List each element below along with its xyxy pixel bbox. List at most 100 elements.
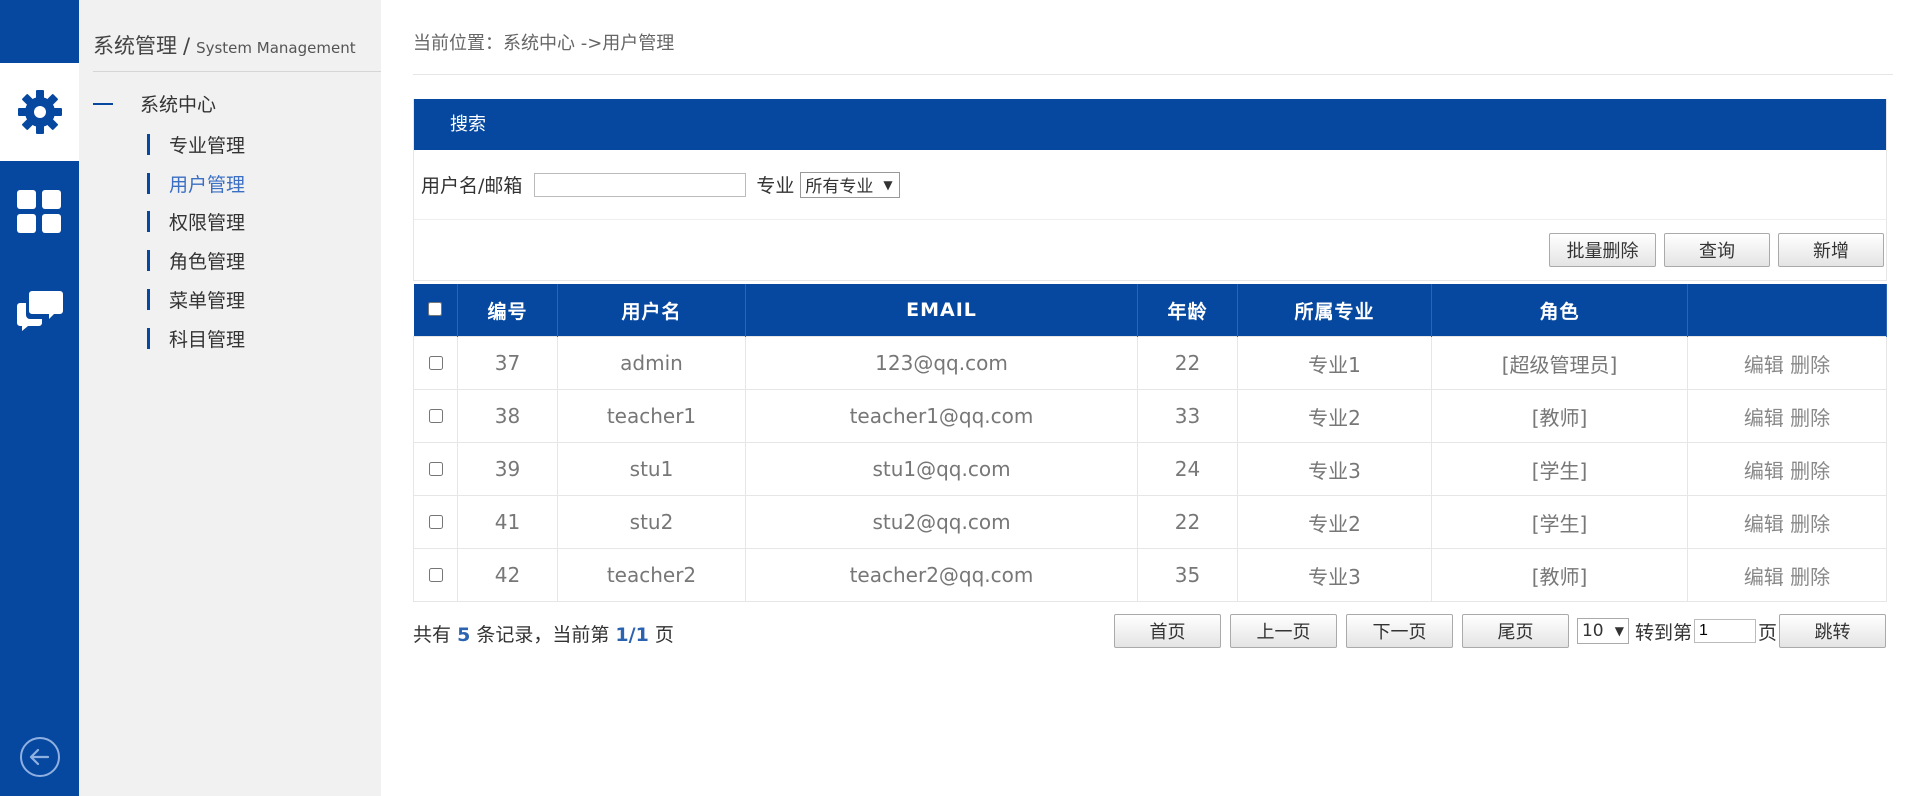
batch-delete-button[interactable]: 批量删除 bbox=[1549, 233, 1656, 267]
edit-link[interactable]: 编辑 bbox=[1744, 512, 1784, 536]
query-button[interactable]: 查询 bbox=[1664, 233, 1770, 267]
total-records: 5 bbox=[457, 624, 471, 646]
prev-page-button[interactable]: 上一页 bbox=[1229, 614, 1337, 648]
sidebar-item-major[interactable]: 专业管理 bbox=[147, 125, 245, 164]
bullet-bar-icon bbox=[147, 172, 150, 194]
edit-link[interactable]: 编辑 bbox=[1744, 565, 1784, 589]
cell-role: [教师] bbox=[1431, 389, 1688, 443]
edit-link[interactable]: 编辑 bbox=[1744, 406, 1784, 430]
cell-age: 22 bbox=[1137, 336, 1238, 390]
dropdown-arrow-icon: ▼ bbox=[883, 177, 893, 192]
cell-role: [教师] bbox=[1431, 548, 1688, 602]
row-checkbox-cell bbox=[413, 389, 458, 443]
cell-actions: 编辑 删除 bbox=[1687, 495, 1887, 549]
current-page: 1/1 bbox=[615, 624, 649, 646]
header-age: 年龄 bbox=[1137, 284, 1238, 337]
cell-username: teacher2 bbox=[557, 548, 746, 602]
cell-role: [学生] bbox=[1431, 442, 1688, 496]
page-size-select[interactable]: 10 ▼ bbox=[1576, 618, 1629, 644]
record-summary: 共有 5 条记录，当前第 1/1 页 bbox=[413, 624, 674, 646]
goto-page-input[interactable] bbox=[1693, 619, 1756, 643]
rail-item-settings[interactable] bbox=[0, 63, 79, 161]
cell-username: teacher1 bbox=[557, 389, 746, 443]
delete-link[interactable]: 删除 bbox=[1790, 459, 1830, 483]
search-panel: 搜索 用户名/邮箱 专业 所有专业 ▼ 批量删除 查询 新增 bbox=[413, 99, 1887, 281]
users-table: 编号 用户名 EMAIL 年龄 所属专业 角色 37 admin 123@qq.… bbox=[413, 284, 1887, 602]
bullet-bar-icon bbox=[147, 250, 150, 272]
select-all-checkbox[interactable] bbox=[428, 302, 443, 316]
delete-link[interactable]: 删除 bbox=[1790, 565, 1830, 589]
icon-rail bbox=[0, 0, 79, 796]
delete-link[interactable]: 删除 bbox=[1790, 353, 1830, 377]
dropdown-arrow-icon: ▼ bbox=[1614, 624, 1624, 638]
row-checkbox[interactable] bbox=[428, 568, 443, 582]
row-checkbox[interactable] bbox=[428, 409, 443, 423]
header-role: 角色 bbox=[1431, 284, 1688, 337]
first-page-button[interactable]: 首页 bbox=[1113, 614, 1221, 648]
pagination-bar: 共有 5 条记录，当前第 1/1 页 首页 上一页 下一页 尾页 10 ▼ 转到… bbox=[413, 614, 1886, 650]
edit-link[interactable]: 编辑 bbox=[1744, 353, 1784, 377]
rail-item-apps[interactable] bbox=[0, 163, 79, 261]
cell-email: stu2@qq.com bbox=[745, 495, 1138, 549]
header-major: 所属专业 bbox=[1237, 284, 1432, 337]
search-panel-title: 搜索 bbox=[414, 99, 1886, 150]
pager-controls: 首页 上一页 下一页 尾页 10 ▼ 转到第 页 跳转 bbox=[1113, 614, 1886, 648]
cell-username: admin bbox=[557, 336, 746, 390]
sidebar-item-users[interactable]: 用户管理 bbox=[147, 164, 245, 203]
cell-email: teacher1@qq.com bbox=[745, 389, 1138, 443]
rail-back-button[interactable] bbox=[0, 736, 79, 778]
sidebar-item-menus[interactable]: 菜单管理 bbox=[147, 280, 245, 319]
action-buttons: 批量删除 查询 新增 bbox=[414, 220, 1886, 280]
major-select[interactable]: 所有专业 ▼ bbox=[800, 171, 900, 198]
row-checkbox-cell bbox=[413, 336, 458, 390]
last-page-button[interactable]: 尾页 bbox=[1461, 614, 1569, 648]
cell-major: 专业1 bbox=[1237, 336, 1432, 390]
table-row: 39 stu1 stu1@qq.com 24 专业3 [学生] 编辑 删除 bbox=[413, 442, 1887, 496]
cell-actions: 编辑 删除 bbox=[1687, 442, 1887, 496]
delete-link[interactable]: 删除 bbox=[1790, 406, 1830, 430]
username-email-input[interactable] bbox=[534, 172, 747, 197]
cell-id: 39 bbox=[457, 442, 558, 496]
bullet-bar-icon bbox=[147, 327, 150, 349]
delete-link[interactable]: 删除 bbox=[1790, 512, 1830, 536]
username-label: 用户名/邮箱 bbox=[421, 175, 523, 197]
header-username: 用户名 bbox=[557, 284, 746, 337]
cell-actions: 编辑 删除 bbox=[1687, 336, 1887, 390]
sidebar-item-permissions[interactable]: 权限管理 bbox=[147, 203, 245, 242]
sidebar-item-subjects[interactable]: 科目管理 bbox=[147, 319, 245, 358]
add-button[interactable]: 新增 bbox=[1778, 233, 1884, 267]
sidebar: 系统管理 / System Management 系统中心 专业管理 用户管理 权限… bbox=[79, 0, 381, 796]
grid-icon bbox=[16, 190, 61, 233]
rail-item-messages[interactable] bbox=[0, 262, 79, 360]
cell-id: 38 bbox=[457, 389, 558, 443]
sidebar-divider bbox=[93, 71, 381, 72]
row-checkbox[interactable] bbox=[428, 515, 443, 529]
sidebar-title: 系统管理 / System Management bbox=[93, 34, 356, 58]
cell-age: 22 bbox=[1137, 495, 1238, 549]
cell-actions: 编辑 删除 bbox=[1687, 389, 1887, 443]
next-page-button[interactable]: 下一页 bbox=[1345, 614, 1453, 648]
cell-age: 35 bbox=[1137, 548, 1238, 602]
row-checkbox[interactable] bbox=[428, 356, 443, 370]
cell-major: 专业3 bbox=[1237, 442, 1432, 496]
jump-button[interactable]: 跳转 bbox=[1779, 614, 1886, 648]
cell-id: 41 bbox=[457, 495, 558, 549]
sidebar-group-system-center[interactable]: 系统中心 bbox=[93, 90, 216, 117]
cell-email: 123@qq.com bbox=[745, 336, 1138, 390]
cell-major: 专业2 bbox=[1237, 495, 1432, 549]
edit-link[interactable]: 编辑 bbox=[1744, 459, 1784, 483]
cell-email: stu1@qq.com bbox=[745, 442, 1138, 496]
header-id: 编号 bbox=[457, 284, 558, 337]
cell-email: teacher2@qq.com bbox=[745, 548, 1138, 602]
cell-id: 37 bbox=[457, 336, 558, 390]
sidebar-menu: 专业管理 用户管理 权限管理 角色管理 菜单管理 科目管理 bbox=[147, 125, 245, 358]
search-form: 用户名/邮箱 专业 所有专业 ▼ bbox=[414, 150, 1886, 220]
bullet-bar-icon bbox=[147, 211, 150, 233]
row-checkbox[interactable] bbox=[428, 462, 443, 476]
table-row: 42 teacher2 teacher2@qq.com 35 专业3 [教师] … bbox=[413, 548, 1887, 602]
goto-label: 转到第 bbox=[1634, 621, 1692, 644]
row-checkbox-cell bbox=[413, 442, 458, 496]
arrow-left-circle-icon bbox=[19, 737, 60, 777]
bullet-bar-icon bbox=[147, 289, 150, 311]
sidebar-item-roles[interactable]: 角色管理 bbox=[147, 241, 245, 280]
